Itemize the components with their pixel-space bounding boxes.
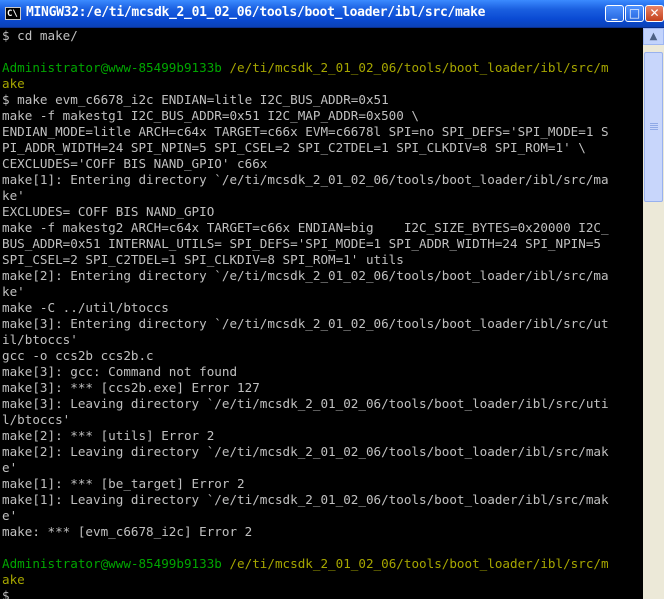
terminal-text: e'	[2, 460, 18, 475]
terminal-text: make[1]: Leaving directory `/e/ti/mcsdk_…	[2, 492, 609, 507]
close-button[interactable]: ✕	[645, 5, 664, 22]
terminal-text: l/btoccs'	[2, 412, 71, 427]
terminal-text: $ cd make/	[2, 28, 78, 43]
terminal-window: C\ MINGW32:/e/ti/mcsdk_2_01_02_06/tools/…	[0, 0, 664, 599]
terminal-text: make -f makestg2 ARCH=c64x TARGET=c66x E…	[2, 220, 609, 235]
terminal-text: ke'	[2, 284, 25, 299]
window-title: MINGW32:/e/ti/mcsdk_2_01_02_06/tools/boo…	[26, 5, 486, 20]
terminal-output[interactable]: $ cd make/Administrator@www-85499b9133b …	[0, 28, 643, 599]
terminal-line: make[3]: gcc: Command not found	[0, 364, 643, 380]
prompt-path: /e/ti/mcsdk_2_01_02_06/tools/boot_loader…	[221, 556, 609, 571]
maximize-button[interactable]: □	[625, 5, 644, 22]
terminal-line: $ make evm_c6678_i2c ENDIAN=litle I2C_BU…	[0, 92, 643, 108]
terminal-text: make: *** [evm_c6678_i2c] Error 2	[2, 524, 253, 539]
title-bar[interactable]: C\ MINGW32:/e/ti/mcsdk_2_01_02_06/tools/…	[0, 0, 664, 28]
terminal-text: make -f makestg1 I2C_BUS_ADDR=0x51 I2C_M…	[2, 108, 420, 123]
terminal-line: make[1]: *** [be_target] Error 2	[0, 476, 643, 492]
terminal-text: gcc -o ccs2b ccs2b.c	[2, 348, 154, 363]
terminal-line: ke'	[0, 188, 643, 204]
terminal-text: make[3]: *** [ccs2b.exe] Error 127	[2, 380, 260, 395]
terminal-text: make[3]: gcc: Command not found	[2, 364, 238, 379]
terminal-line: $ cd make/	[0, 28, 643, 44]
terminal-line: e'	[0, 460, 643, 476]
terminal-line: e'	[0, 508, 643, 524]
terminal-line: EXCLUDES= COFF BIS NAND_GPIO	[0, 204, 643, 220]
terminal-text: make[1]: *** [be_target] Error 2	[2, 476, 245, 491]
thumb-grip	[650, 123, 658, 124]
terminal-line: BUS_ADDR=0x51 INTERNAL_UTILS= SPI_DEFS='…	[0, 236, 643, 252]
terminal-text: make[3]: Leaving directory `/e/ti/mcsdk_…	[2, 396, 609, 411]
terminal-line: PI_ADDR_WIDTH=24 SPI_NPIN=5 SPI_CSEL=2 S…	[0, 140, 643, 156]
vertical-scrollbar[interactable]: ▲	[643, 28, 664, 599]
terminal-line: ke'	[0, 284, 643, 300]
prompt-path: ake	[2, 572, 25, 587]
terminal-line: il/btoccs'	[0, 332, 643, 348]
terminal-line: gcc -o ccs2b ccs2b.c	[0, 348, 643, 364]
terminal-line: make -f makestg2 ARCH=c64x TARGET=c66x E…	[0, 220, 643, 236]
minimize-button[interactable]: _	[605, 5, 624, 22]
terminal-text: e'	[2, 508, 18, 523]
terminal-line: SPI_CSEL=2 SPI_C2TDEL=1 SPI_CLKDIV=8 SPI…	[0, 252, 643, 268]
terminal-text: $ make evm_c6678_i2c ENDIAN=litle I2C_BU…	[2, 92, 389, 107]
terminal-text: make[2]: Entering directory `/e/ti/mcsdk…	[2, 268, 609, 283]
terminal-line: make[3]: Leaving directory `/e/ti/mcsdk_…	[0, 396, 643, 412]
prompt-path: ake	[2, 76, 25, 91]
prompt-user: Administrator@www-85499b9133b	[2, 556, 222, 571]
terminal-line: Administrator@www-85499b9133b /e/ti/mcsd…	[0, 556, 643, 572]
terminal-line: l/btoccs'	[0, 412, 643, 428]
thumb-grip	[650, 125, 658, 126]
prompt-path: /e/ti/mcsdk_2_01_02_06/tools/boot_loader…	[221, 60, 609, 75]
terminal-text: make[2]: Leaving directory `/e/ti/mcsdk_…	[2, 444, 609, 459]
console-app-icon[interactable]: C\	[5, 7, 21, 20]
terminal-text: ke'	[2, 188, 25, 203]
thumb-grip	[650, 127, 658, 128]
terminal-text: SPI_CSEL=2 SPI_C2TDEL=1 SPI_CLKDIV=8 SPI…	[2, 252, 404, 267]
terminal-line: CEXCLUDES='COFF BIS NAND_GPIO' c66x	[0, 156, 643, 172]
terminal-line: make[2]: *** [utils] Error 2	[0, 428, 643, 444]
terminal-line: ENDIAN_MODE=litle ARCH=c64x TARGET=c66x …	[0, 124, 643, 140]
terminal-line: make[2]: Leaving directory `/e/ti/mcsdk_…	[0, 444, 643, 460]
terminal-text: CEXCLUDES='COFF BIS NAND_GPIO' c66x	[2, 156, 268, 171]
prompt-user: Administrator@www-85499b9133b	[2, 60, 222, 75]
terminal-text: BUS_ADDR=0x51 INTERNAL_UTILS= SPI_DEFS='…	[2, 236, 601, 251]
terminal-text: PI_ADDR_WIDTH=24 SPI_NPIN=5 SPI_CSEL=2 S…	[2, 140, 586, 155]
terminal-line: make -f makestg1 I2C_BUS_ADDR=0x51 I2C_M…	[0, 108, 643, 124]
terminal-line: make: *** [evm_c6678_i2c] Error 2	[0, 524, 643, 540]
terminal-line: make[2]: Entering directory `/e/ti/mcsdk…	[0, 268, 643, 284]
terminal-line: ake	[0, 76, 643, 92]
thumb-grip	[650, 129, 658, 130]
terminal-line: make -C ../util/btoccs	[0, 300, 643, 316]
terminal-text: $	[2, 588, 10, 599]
scrollbar-thumb[interactable]	[644, 52, 663, 202]
terminal-line: make[3]: *** [ccs2b.exe] Error 127	[0, 380, 643, 396]
terminal-text: make[3]: Entering directory `/e/ti/mcsdk…	[2, 316, 609, 331]
terminal-line: make[1]: Leaving directory `/e/ti/mcsdk_…	[0, 492, 643, 508]
terminal-line: Administrator@www-85499b9133b /e/ti/mcsd…	[0, 60, 643, 76]
scroll-up-arrow-icon[interactable]: ▲	[643, 28, 664, 45]
terminal-text: make -C ../util/btoccs	[2, 300, 169, 315]
terminal-text: EXCLUDES= COFF BIS NAND_GPIO	[2, 204, 215, 219]
terminal-text: il/btoccs'	[2, 332, 78, 347]
terminal-text: make[1]: Entering directory `/e/ti/mcsdk…	[2, 172, 609, 187]
terminal-text: ENDIAN_MODE=litle ARCH=c64x TARGET=c66x …	[2, 124, 609, 139]
terminal-text: make[2]: *** [utils] Error 2	[2, 428, 215, 443]
terminal-line: $	[0, 588, 643, 599]
terminal-line: make[3]: Entering directory `/e/ti/mcsdk…	[0, 316, 643, 332]
terminal-line: ake	[0, 572, 643, 588]
terminal-line: make[1]: Entering directory `/e/ti/mcsdk…	[0, 172, 643, 188]
